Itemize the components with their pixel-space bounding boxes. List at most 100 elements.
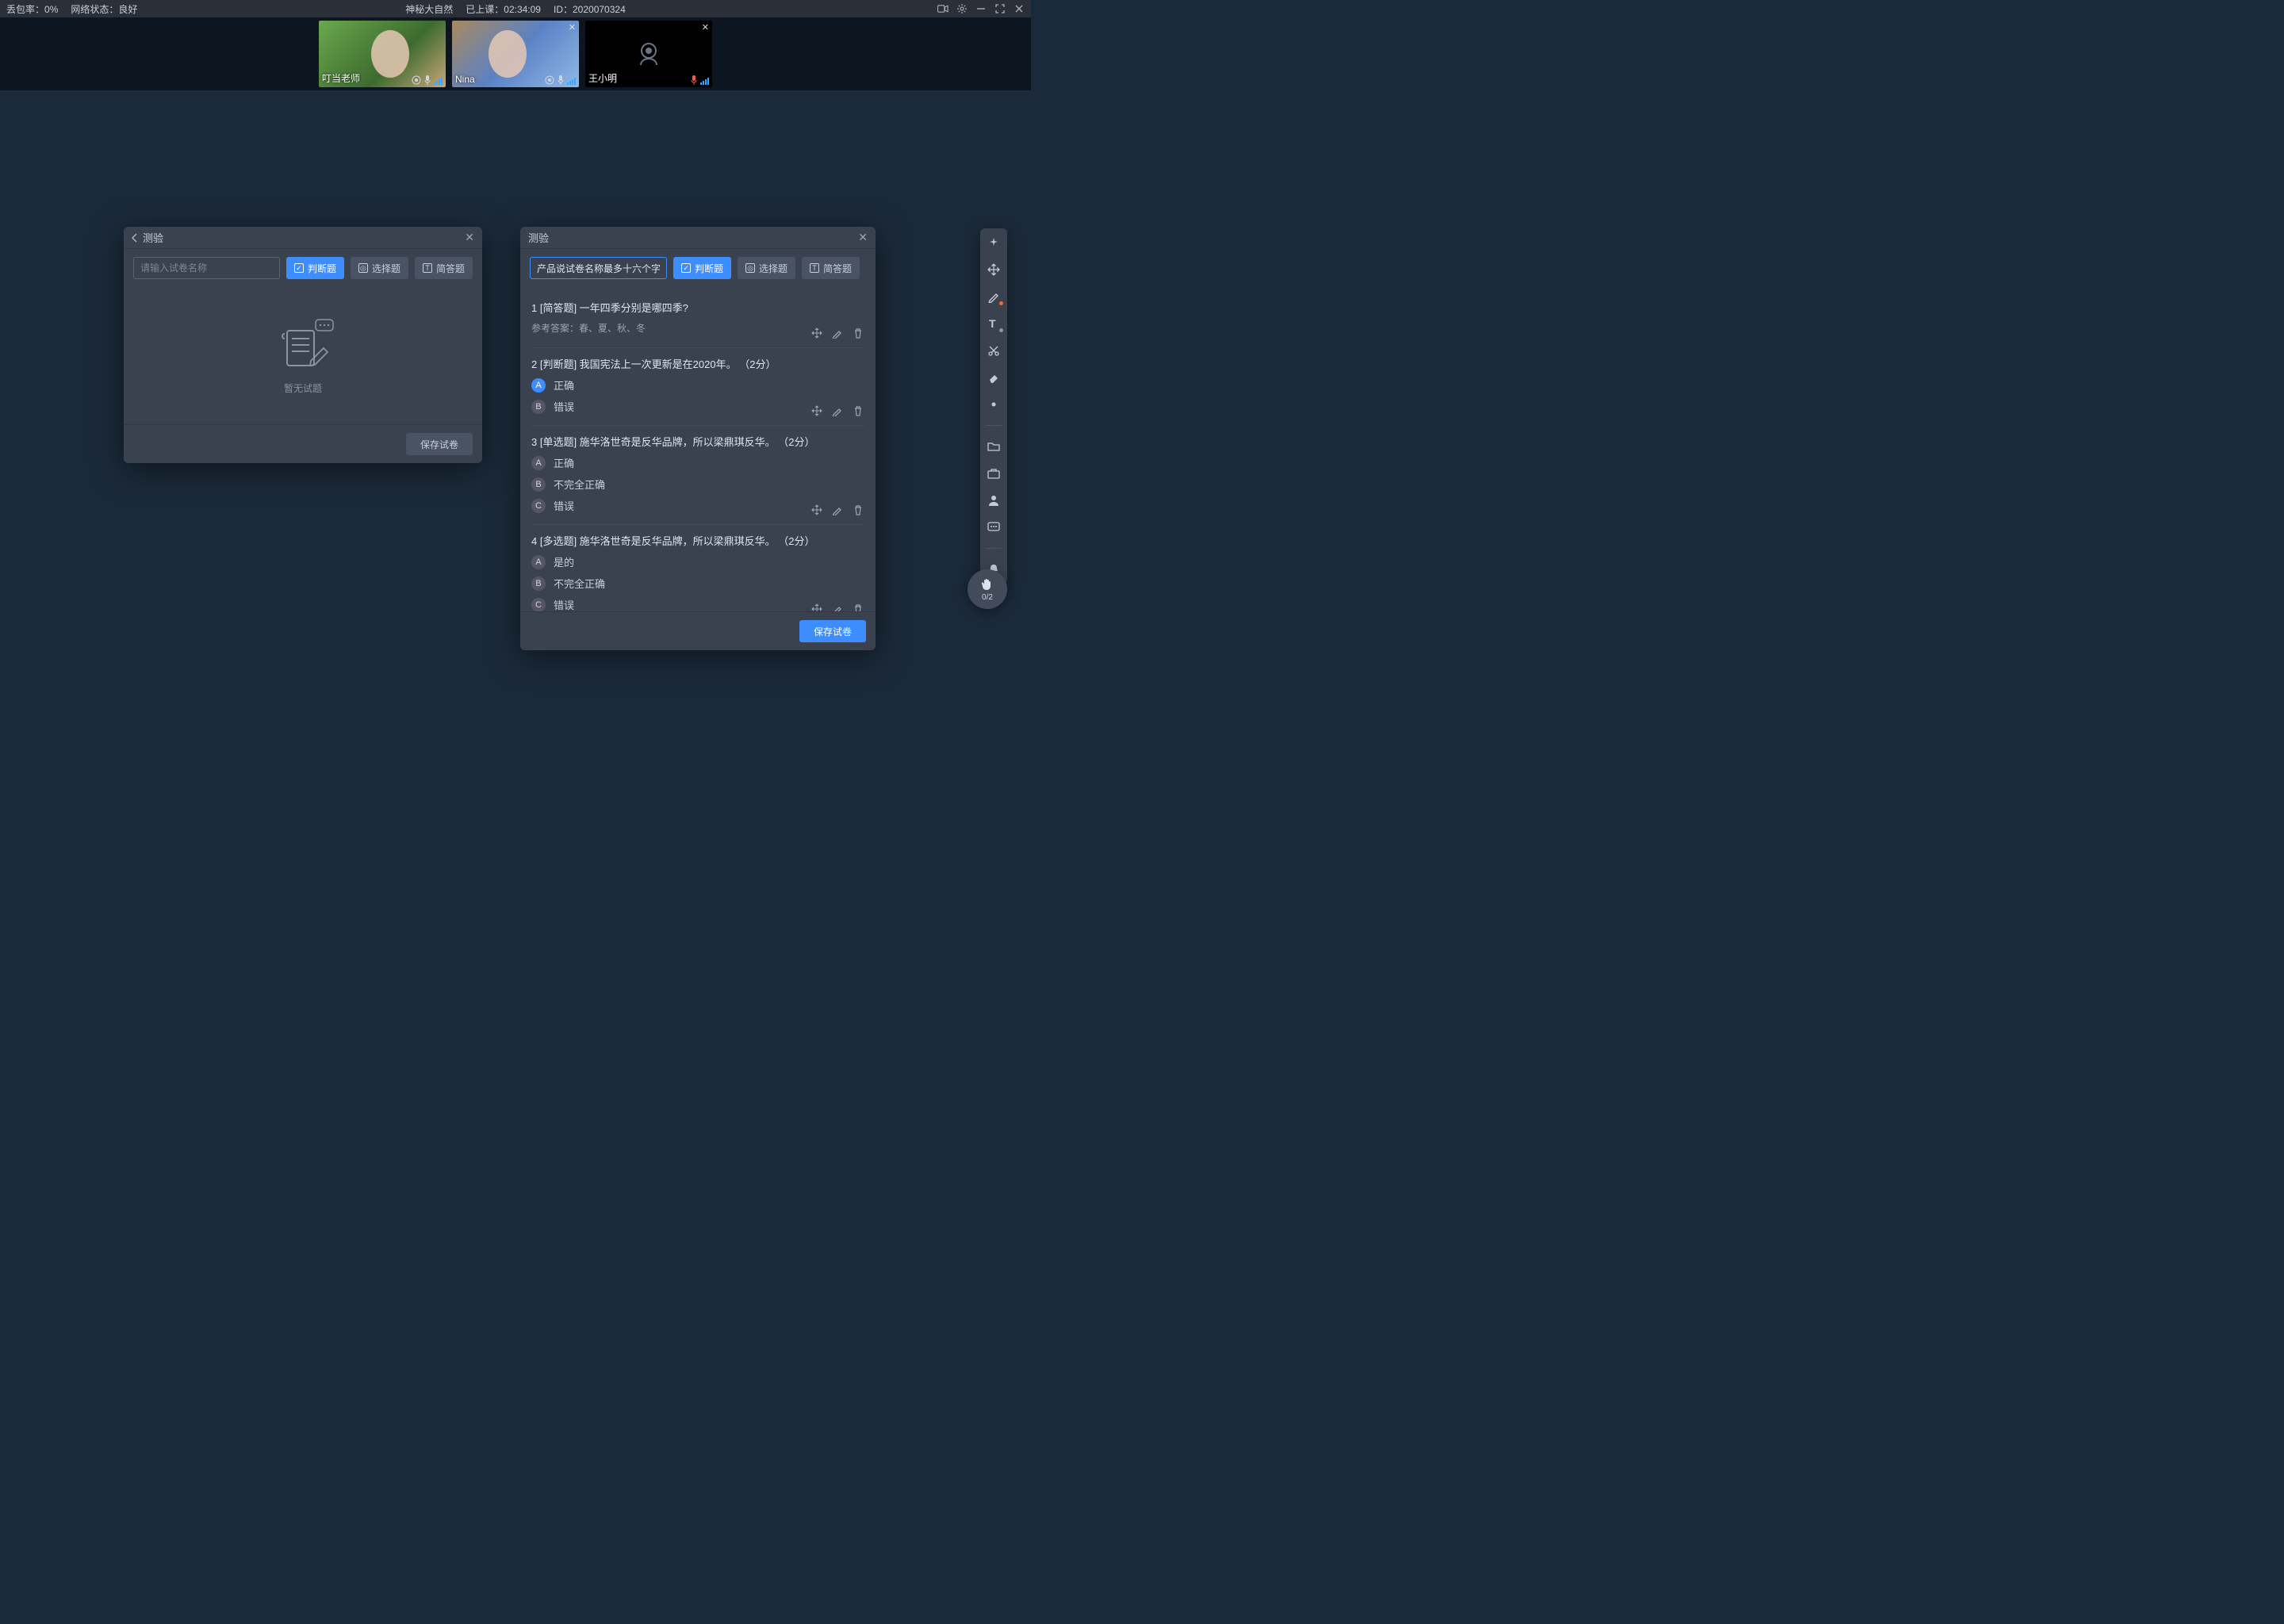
option-badge: A xyxy=(531,456,546,470)
video-tile[interactable]: ✕ Nina xyxy=(452,21,579,87)
tile-close-icon[interactable]: ✕ xyxy=(702,22,709,33)
option-text: 不完全正确 xyxy=(554,477,605,492)
text-tool-icon[interactable]: T xyxy=(986,316,1002,331)
question-option[interactable]: B不完全正确 xyxy=(531,576,864,591)
option-text: 正确 xyxy=(554,377,574,393)
back-icon[interactable] xyxy=(132,233,138,243)
course-title: 神秘大自然 xyxy=(405,2,453,16)
video-strip: 叮当老师 ✕ Nina ✕ 王小明 xyxy=(0,17,1031,90)
scissors-tool-icon[interactable] xyxy=(986,343,1002,358)
add-judge-button[interactable]: ✓判断题 xyxy=(673,257,731,279)
option-badge: B xyxy=(531,477,546,492)
edit-question-icon[interactable] xyxy=(831,327,844,339)
option-badge: C xyxy=(531,598,546,612)
mic-icon xyxy=(691,75,697,85)
hand-count: 0/2 xyxy=(982,593,993,602)
svg-text:T: T xyxy=(989,317,996,330)
laser-tool-icon[interactable] xyxy=(986,396,1002,412)
question-option[interactable]: A 正确 xyxy=(531,455,864,470)
mic-icon xyxy=(424,75,431,85)
panel-header: 测验 ✕ xyxy=(124,227,482,249)
toolbox-tool-icon[interactable] xyxy=(986,465,1002,481)
minimize-icon[interactable] xyxy=(975,3,987,14)
delete-question-icon[interactable] xyxy=(852,404,864,417)
move-question-icon[interactable] xyxy=(811,504,823,516)
panel-header: 测验 ✕ xyxy=(520,227,876,249)
quiz-name-input[interactable] xyxy=(133,257,280,279)
move-tool-icon[interactable] xyxy=(986,262,1002,278)
video-tile[interactable]: 叮当老师 xyxy=(319,21,446,87)
user-tool-icon[interactable] xyxy=(986,492,1002,508)
participant-name: 叮当老师 xyxy=(322,71,360,85)
cursor-tool-icon[interactable] xyxy=(986,235,1002,251)
participant-name: 王小明 xyxy=(588,71,617,85)
save-quiz-button[interactable]: 保存试卷 xyxy=(406,433,473,455)
delete-question-icon[interactable] xyxy=(852,504,864,516)
question-option[interactable]: A 正确 xyxy=(531,377,864,393)
edit-question-icon[interactable] xyxy=(831,504,844,516)
question-item: 2 [判断题] 我国宪法上一次更新是在2020年。 （2分）A正确B错误 xyxy=(531,348,864,426)
option-badge: B xyxy=(531,400,546,414)
empty-illustration-icon xyxy=(271,316,335,372)
empty-text: 暂无试题 xyxy=(284,381,322,395)
quiz-panel-empty: 测验 ✕ ✓判断题 ◎选择题 T简答题 暂无试题 保存试卷 xyxy=(124,227,482,463)
panel-title: 测验 xyxy=(528,230,549,245)
question-list[interactable]: 1 [简答题] 一年四季分别是哪四季?参考答案：春、夏、秋、冬2 [判断题] 我… xyxy=(520,287,876,611)
option-badge: C xyxy=(531,499,546,513)
mic-icon xyxy=(558,75,564,85)
eraser-tool-icon[interactable] xyxy=(986,370,1002,385)
add-choice-button[interactable]: ◎选择题 xyxy=(351,257,408,279)
volume-bars-icon xyxy=(700,78,709,85)
quiz-panel-filled: 测验 ✕ ✓判断题 ◎选择题 T简答题 1 [简答题] 一年四季分别是哪四季?参… xyxy=(520,227,876,650)
hand-icon xyxy=(980,577,994,592)
move-question-icon[interactable] xyxy=(811,327,823,339)
volume-bars-icon xyxy=(567,78,576,85)
option-text: 是的 xyxy=(554,554,574,569)
session-id: ID：2020070324 xyxy=(554,2,626,16)
question-title: 3 [单选题] 施华洛世奇是反华品牌，所以梁鼎琪反华。 （2分） xyxy=(531,434,864,449)
close-icon[interactable]: ✕ xyxy=(465,231,474,244)
folder-tool-icon[interactable] xyxy=(986,439,1002,454)
record-icon xyxy=(545,75,554,85)
class-duration: 已上课：02:34:09 xyxy=(466,2,541,16)
quiz-name-input[interactable] xyxy=(530,257,667,279)
option-text: 错误 xyxy=(554,597,574,611)
edit-question-icon[interactable] xyxy=(831,404,844,417)
top-bar: 丢包率：0% 网络状态：良好 神秘大自然 已上课：02:34:09 ID：202… xyxy=(0,0,1031,17)
option-badge: A xyxy=(531,378,546,393)
question-option[interactable]: B 不完全正确 xyxy=(531,477,864,492)
video-tile[interactable]: ✕ 王小明 xyxy=(585,21,712,87)
add-short-button[interactable]: T简答题 xyxy=(802,257,860,279)
edit-question-icon[interactable] xyxy=(831,603,844,611)
question-item: 1 [简答题] 一年四季分别是哪四季?参考答案：春、夏、秋、冬 xyxy=(531,292,864,348)
save-quiz-button[interactable]: 保存试卷 xyxy=(799,620,866,642)
add-choice-button[interactable]: ◎选择题 xyxy=(738,257,795,279)
camera-toggle-icon[interactable] xyxy=(937,3,948,14)
move-question-icon[interactable] xyxy=(811,404,823,417)
chat-tool-icon[interactable] xyxy=(986,519,1002,535)
tile-close-icon[interactable]: ✕ xyxy=(569,22,576,33)
panel-title: 测验 xyxy=(143,230,163,245)
raise-hand-button[interactable]: 0/2 xyxy=(968,569,1007,609)
option-text: 错误 xyxy=(554,399,574,414)
settings-icon[interactable] xyxy=(956,3,968,14)
delete-question-icon[interactable] xyxy=(852,603,864,611)
question-title: 4 [多选题] 施华洛世奇是反华品牌，所以梁鼎琪反华。 （2分） xyxy=(531,533,864,548)
move-question-icon[interactable] xyxy=(811,603,823,611)
packet-loss: 丢包率：0% xyxy=(6,2,58,16)
add-short-button[interactable]: T简答题 xyxy=(415,257,473,279)
record-icon xyxy=(412,75,421,85)
pen-tool-icon[interactable] xyxy=(986,289,1002,304)
question-title: 1 [简答题] 一年四季分别是哪四季? xyxy=(531,300,864,315)
option-text: 正确 xyxy=(554,455,574,470)
add-judge-button[interactable]: ✓判断题 xyxy=(286,257,344,279)
close-icon[interactable]: ✕ xyxy=(858,231,868,244)
option-text: 不完全正确 xyxy=(554,576,605,591)
participant-name: Nina xyxy=(455,74,475,85)
close-window-icon[interactable] xyxy=(1014,3,1025,14)
right-toolbar: T xyxy=(980,228,1007,584)
question-option[interactable]: A是的 xyxy=(531,554,864,569)
volume-bars-icon xyxy=(434,78,443,85)
delete-question-icon[interactable] xyxy=(852,327,864,339)
maximize-icon[interactable] xyxy=(994,3,1006,14)
